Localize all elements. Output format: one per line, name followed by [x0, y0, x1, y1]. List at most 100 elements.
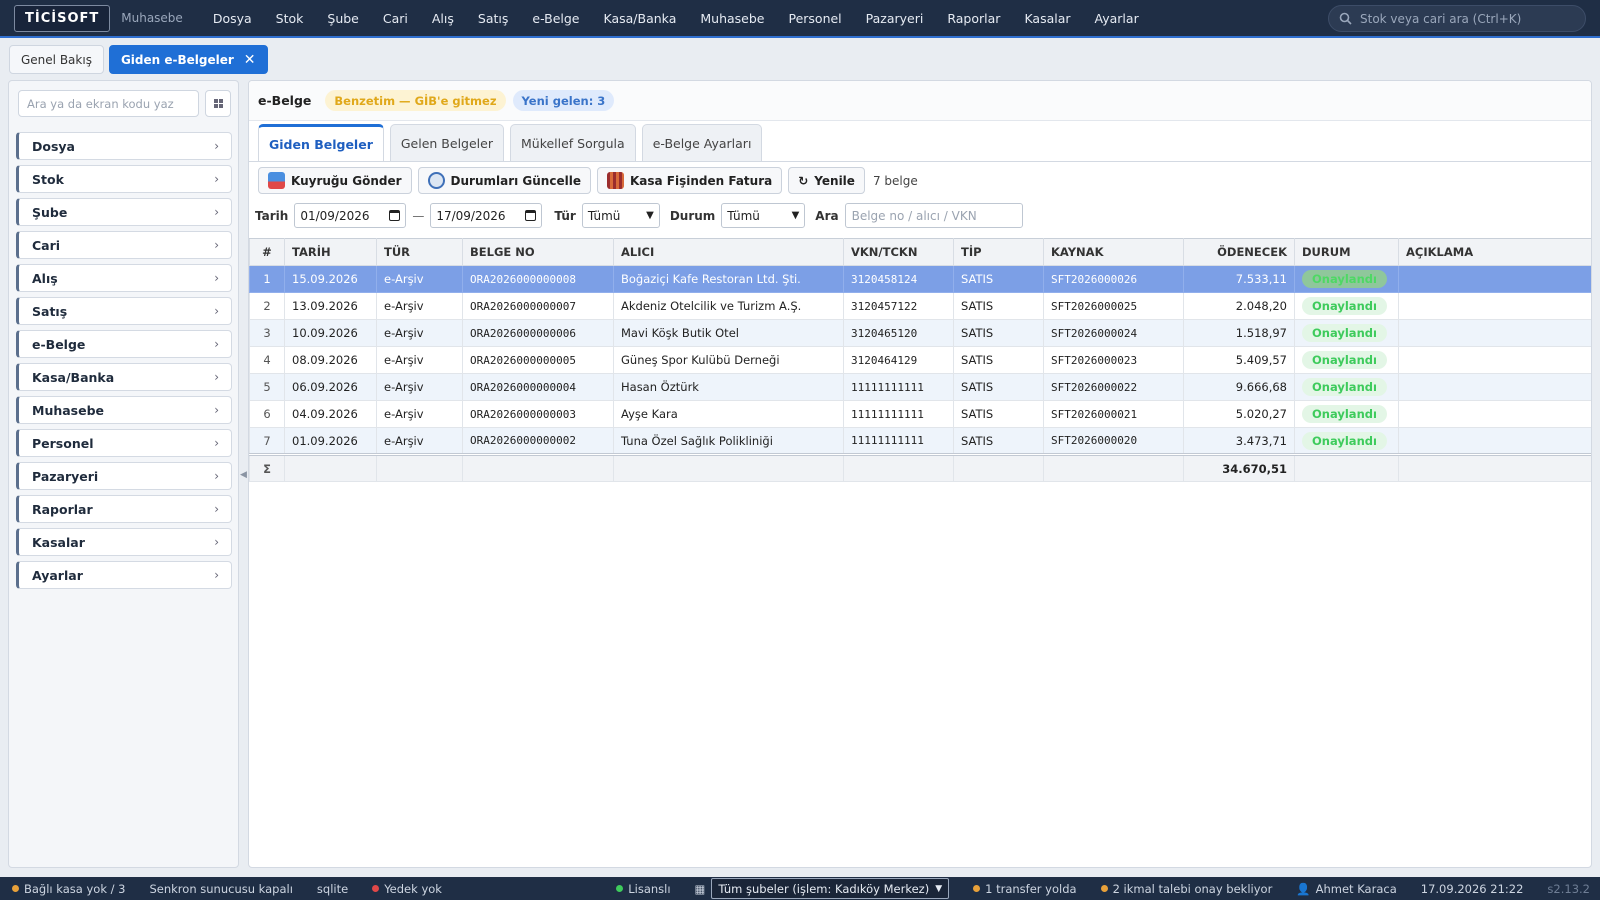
page-tab-overview[interactable]: Genel Bakış	[9, 45, 104, 74]
table-row[interactable]: 2 13.09.2026 e-Arşiv ORA2026000000007 Ak…	[249, 292, 1591, 320]
cell-tip: SATIS	[953, 265, 1044, 293]
page-tab-outgoing-edocs[interactable]: Giden e-Belgeler ✕	[108, 45, 268, 74]
date-from-input[interactable]: 01/09/2026	[294, 203, 407, 228]
type-select[interactable]: Tümü ▼	[581, 203, 660, 228]
total-empty-cell	[843, 453, 954, 482]
cell-type: e-Arşiv	[376, 346, 463, 374]
top-nav-cari[interactable]: Cari	[371, 11, 420, 26]
table-row[interactable]: 3 10.09.2026 e-Arşiv ORA2026000000006 Ma…	[249, 319, 1591, 347]
column-header-type[interactable]: TÜR	[376, 238, 463, 266]
top-nav-ayarlar[interactable]: Ayarlar	[1083, 11, 1151, 26]
sidebar-item-satis[interactable]: Satış ›	[16, 297, 232, 325]
chevron-right-icon: ›	[214, 535, 219, 549]
sidebar-item-personel[interactable]: Personel ›	[16, 429, 232, 457]
document-count: 7 belge	[872, 173, 918, 188]
cell-status: Onaylandı	[1294, 400, 1399, 428]
top-nav-kasalar[interactable]: Kasalar	[1012, 11, 1082, 26]
tab-outgoing[interactable]: Giden Belgeler	[258, 124, 384, 161]
table-row[interactable]: 5 06.09.2026 e-Arşiv ORA2026000000004 Ha…	[249, 373, 1591, 401]
sidebar-item-sube[interactable]: Şube ›	[16, 198, 232, 226]
collapse-sidebar-icon[interactable]: ◀	[240, 470, 247, 480]
status-kasa-text: Bağlı kasa yok / 3	[24, 881, 126, 896]
table-row[interactable]: 7 01.09.2026 e-Arşiv ORA2026000000002 Tu…	[249, 427, 1591, 455]
column-header-vkn[interactable]: VKN/TCKN	[843, 238, 954, 266]
status-filter-label: Durum	[669, 208, 716, 223]
total-empty-cell	[613, 453, 844, 482]
sidebar-item-pazaryeri[interactable]: Pazaryeri ›	[16, 462, 232, 490]
cell-type: e-Arşiv	[376, 265, 463, 293]
cell-date: 06.09.2026	[284, 373, 377, 401]
column-header-index[interactable]: #	[249, 238, 285, 266]
column-header-doc-no[interactable]: BELGE NO	[462, 238, 614, 266]
status-bar: Bağlı kasa yok / 3 Senkron sunucusu kapa…	[0, 877, 1600, 900]
top-nav-stok[interactable]: Stok	[264, 11, 316, 26]
sidebar-item-dosya[interactable]: Dosya ›	[16, 132, 232, 160]
date-from-value: 01/09/2026	[300, 208, 370, 223]
sidebar-item-muhasebe[interactable]: Muhasebe ›	[16, 396, 232, 424]
table-row[interactable]: 6 04.09.2026 e-Arşiv ORA2026000000003 Ay…	[249, 400, 1591, 428]
cell-buyer: Tuna Özel Sağlık Polikliniği	[613, 427, 844, 455]
sidebar-menu: Dosya › Stok › Şube › Cari › Alış › Satış › e-…	[16, 132, 232, 594]
refresh-button[interactable]: ↻ Yenile	[788, 167, 865, 194]
cell-type: e-Arşiv	[376, 292, 463, 320]
chevron-right-icon: ›	[214, 139, 219, 153]
column-header-tip[interactable]: TİP	[953, 238, 1044, 266]
date-to-input[interactable]: 17/09/2026	[430, 203, 543, 228]
sidebar-item-ebelge[interactable]: e-Belge ›	[16, 330, 232, 358]
chevron-right-icon: ›	[214, 403, 219, 417]
sidebar-search-input[interactable]	[18, 90, 199, 117]
grid-icon[interactable]	[205, 90, 231, 117]
column-header-buyer[interactable]: ALICI	[613, 238, 844, 266]
sidebar-item-alis[interactable]: Alış ›	[16, 264, 232, 292]
top-nav-muhasebe[interactable]: Muhasebe	[688, 11, 776, 26]
document-search-input[interactable]	[844, 203, 1023, 228]
branch-selector[interactable]: ▦ Tüm şubeler (işlem: Kadıköy Merkez) ▼	[683, 878, 962, 899]
top-nav-alis[interactable]: Alış	[420, 11, 466, 26]
update-status-button[interactable]: Durumları Güncelle	[417, 167, 591, 194]
column-header-status[interactable]: DURUM	[1294, 238, 1399, 266]
sidebar-item-label: Raporlar	[32, 501, 93, 517]
sidebar-item-kasa-banka[interactable]: Kasa/Banka ›	[16, 363, 232, 391]
tab-incoming[interactable]: Gelen Belgeler	[389, 124, 504, 161]
sidebar-item-stok[interactable]: Stok ›	[16, 165, 232, 193]
chevron-right-icon: ›	[214, 271, 219, 285]
invoice-from-receipt-button[interactable]: Kasa Fişinden Fatura	[596, 167, 783, 194]
sidebar-item-kasalar[interactable]: Kasalar ›	[16, 528, 232, 556]
total-empty-cell	[1294, 453, 1399, 482]
top-nav-ebelge[interactable]: e-Belge	[520, 11, 591, 26]
top-nav-dosya[interactable]: Dosya	[201, 11, 264, 26]
status-transfer[interactable]: 1 transfer yolda	[961, 882, 1088, 896]
calendar-icon[interactable]	[525, 210, 537, 221]
column-header-amount[interactable]: ÖDENECEK	[1183, 238, 1295, 266]
top-nav-raporlar[interactable]: Raporlar	[935, 11, 1012, 26]
sidebar-item-raporlar[interactable]: Raporlar ›	[16, 495, 232, 523]
top-nav-sube[interactable]: Şube	[315, 11, 370, 26]
column-header-date[interactable]: TARİH	[284, 238, 377, 266]
sidebar-item-ayarlar[interactable]: Ayarlar ›	[16, 561, 232, 589]
top-nav-kasa-banka[interactable]: Kasa/Banka	[592, 11, 689, 26]
new-incoming-badge[interactable]: Yeni gelen: 3	[512, 90, 615, 111]
table-row[interactable]: 1 15.09.2026 e-Arşiv ORA2026000000008 Bo…	[249, 265, 1591, 293]
global-search-input[interactable]	[1360, 11, 1570, 26]
status-datetime: 17.09.2026 21:22	[1420, 881, 1524, 896]
status-right: Lisanslı ▦ Tüm şubeler (işlem: Kadıköy Me…	[604, 878, 1600, 899]
table-row[interactable]: 4 08.09.2026 e-Arşiv ORA2026000000005 Gü…	[249, 346, 1591, 374]
tab-ebelge-settings[interactable]: e-Belge Ayarları	[641, 124, 763, 161]
calendar-icon[interactable]	[389, 210, 401, 221]
status-badge: Onaylandı	[1302, 324, 1387, 342]
top-nav-personel[interactable]: Personel	[776, 11, 853, 26]
column-header-source[interactable]: KAYNAK	[1043, 238, 1184, 266]
top-nav-satis[interactable]: Satış	[466, 11, 520, 26]
status-requests[interactable]: 2 ikmal talebi onay bekliyor	[1089, 882, 1285, 896]
status-user[interactable]: 👤 Ahmet Karaca	[1284, 882, 1408, 896]
app-logo[interactable]: TİCİSOFT	[14, 4, 111, 32]
send-queue-button[interactable]: Kuyruğu Gönder	[258, 167, 412, 194]
close-icon[interactable]: ✕	[244, 52, 256, 68]
branch-select[interactable]: Tüm şubeler (işlem: Kadıköy Merkez) ▼	[711, 878, 950, 899]
status-select[interactable]: Tümü ▼	[721, 203, 806, 228]
global-search[interactable]	[1328, 5, 1586, 32]
top-nav-pazaryeri[interactable]: Pazaryeri	[854, 11, 936, 26]
column-header-note[interactable]: AÇIKLAMA	[1398, 238, 1591, 266]
tab-taxpayer-query[interactable]: Mükellef Sorgula	[509, 124, 636, 161]
sidebar-item-cari[interactable]: Cari ›	[16, 231, 232, 259]
